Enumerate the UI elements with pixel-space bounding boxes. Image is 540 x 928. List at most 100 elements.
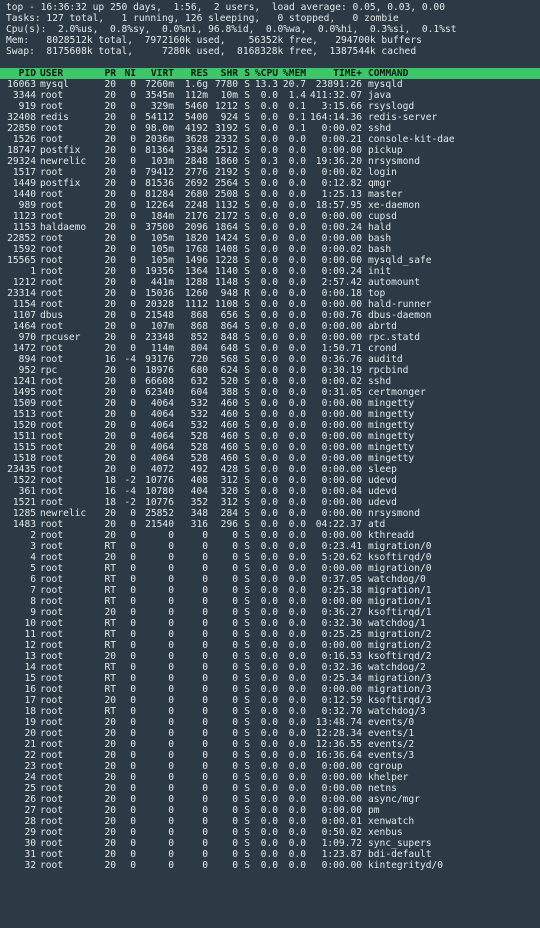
user-cell: root	[40, 354, 64, 365]
uptime-load-line: top - 16:36:32 up 250 days, 1:56, 2 user…	[6, 2, 445, 13]
priority-cell: 20	[104, 277, 116, 288]
user-cell: root	[40, 376, 64, 387]
state-cell: S	[244, 827, 250, 838]
priority-cell: 20	[104, 442, 116, 453]
shr-cell: 0	[232, 662, 238, 673]
mem-cell: 0.0	[288, 178, 306, 189]
res-cell: 2680	[184, 189, 208, 200]
user-cell: root	[40, 266, 64, 277]
command-cell: kintegrityd/0	[368, 860, 444, 871]
cpu-cell: 0.0	[260, 343, 278, 354]
time-cell: 5:20.62	[321, 552, 362, 563]
priority-cell: RT	[104, 673, 116, 684]
state-cell: S	[244, 398, 250, 409]
mem-cell: 0.0	[288, 156, 306, 167]
mem-cell: 0.0	[288, 585, 306, 596]
time-cell: 0:00.21	[321, 134, 362, 145]
pid-cell: 1464	[12, 321, 36, 332]
time-cell: 0:30.19	[321, 365, 362, 376]
process-row: 1 root 20 0 19356 1364 1140 S 0.0 0.0 0:00.24 init	[6, 266, 534, 277]
time-cell: 0:00.02	[321, 123, 362, 134]
process-row: 17 root 20 0 0 0 0 S 0.0 0.0 0:12.59 ksoftirqd/3	[6, 695, 534, 706]
user-cell: root	[40, 761, 64, 772]
cpu-cell: 0.0	[260, 629, 278, 640]
res-cell: 3628	[184, 134, 208, 145]
mem-cell: 0.0	[288, 794, 306, 805]
process-row: 7 root RT 0 0 0 0 S 0.0 0.0 0:25.38 migration/1	[6, 585, 534, 596]
cpu-cell: 0.0	[260, 728, 278, 739]
cpu-cell: 0.0	[260, 288, 278, 299]
pid-cell: 23314	[7, 288, 36, 299]
mem-cell: 0.0	[288, 827, 306, 838]
column-mem: %MEM	[282, 68, 306, 79]
pid-cell: 1509	[12, 398, 36, 409]
shr-cell: 568	[220, 354, 238, 365]
process-row: 1483 root 20 0 21540 316 296 S 0.0 0.0 04:22.37 atd	[6, 519, 534, 530]
process-row: 30 root 20 0 0 0 0 S 0.0 0.0 1:09.72 sync_supers	[6, 838, 534, 849]
nice-cell: 0	[130, 266, 136, 277]
mem-cell: 0.0	[288, 596, 306, 607]
pid-cell: 28	[24, 816, 36, 827]
state-cell: S	[244, 728, 250, 739]
time-cell: 0:32.70	[321, 706, 362, 717]
time-cell: 0:00.02	[321, 167, 362, 178]
nice-cell: 0	[130, 365, 136, 376]
res-cell: 0	[202, 629, 208, 640]
res-cell: 0	[202, 695, 208, 706]
pid-cell: 32	[24, 860, 36, 871]
nice-cell: 0	[130, 596, 136, 607]
command-cell: kthreadd	[368, 530, 415, 541]
user-cell: root	[40, 750, 64, 761]
column-ni: NI	[124, 68, 136, 79]
virt-cell: 10780	[145, 486, 174, 497]
nice-cell: 0	[130, 783, 136, 794]
time-cell: 0:36.27	[321, 607, 362, 618]
user-cell: haldaemo	[40, 222, 87, 233]
virt-cell: 0	[168, 838, 174, 849]
column-pid: PID	[18, 68, 36, 79]
nice-cell: 0	[130, 409, 136, 420]
state-cell: S	[244, 475, 250, 486]
mem-cell: 0.0	[288, 365, 306, 376]
user-cell: root	[40, 475, 64, 486]
process-row: 15565 root 20 0 105m 1496 1228 S 0.0 0.0 0:00.00 my…	[6, 255, 534, 266]
process-row: 23 root 20 0 0 0 0 S 0.0 0.0 0:00.00 cgroup	[6, 761, 534, 772]
state-cell: S	[244, 90, 250, 101]
process-row: 1518 root 20 0 4064 528 460 S 0.0 0.0 0:00.00 minge…	[6, 453, 534, 464]
state-cell: S	[244, 255, 250, 266]
shr-cell: 0	[232, 794, 238, 805]
terminal-window[interactable]: top - 16:36:32 up 250 days, 1:56, 2 user…	[0, 2, 540, 871]
process-row: 21 root 20 0 0 0 0 S 0.0 0.0 12:36.55 events/2	[6, 739, 534, 750]
nice-cell: 0	[130, 145, 136, 156]
shr-cell: 0	[232, 618, 238, 629]
virt-cell: 21540	[145, 519, 174, 530]
mem-cell: 0.0	[288, 475, 306, 486]
pid-cell: 1123	[12, 211, 36, 222]
virt-cell: 0	[168, 684, 174, 695]
command-cell: mingetty	[368, 453, 415, 464]
command-cell: rpc.statd	[368, 332, 420, 343]
user-cell: root	[40, 255, 64, 266]
mem-cell: 0.0	[288, 420, 306, 431]
cpu-cell: 0.0	[260, 200, 278, 211]
pid-cell: 12	[24, 640, 36, 651]
cpu-cell: 0.0	[260, 607, 278, 618]
virt-cell: 0	[168, 640, 174, 651]
mem-cell: 0.0	[288, 860, 306, 871]
res-cell: 2176	[184, 211, 208, 222]
shr-cell: 0	[232, 783, 238, 794]
cpu-cell: 0.0	[260, 420, 278, 431]
cpu-cell: 0.0	[260, 552, 278, 563]
res-cell: 0	[202, 728, 208, 739]
command-cell: cupsd	[368, 211, 397, 222]
state-cell: S	[244, 310, 250, 321]
nice-cell: 0	[130, 838, 136, 849]
process-row: 4 root 20 0 0 0 0 S 0.0 0.0 5:20.62 ksoftirqd/0	[6, 552, 534, 563]
cpu-cell: 0.0	[260, 387, 278, 398]
column-shr: SHR	[220, 68, 238, 79]
nice-cell: 0	[130, 90, 136, 101]
state-cell: S	[244, 343, 250, 354]
cpu-cell: 0.0	[260, 123, 278, 134]
shr-cell: 460	[220, 398, 238, 409]
res-cell: 1364	[184, 266, 208, 277]
